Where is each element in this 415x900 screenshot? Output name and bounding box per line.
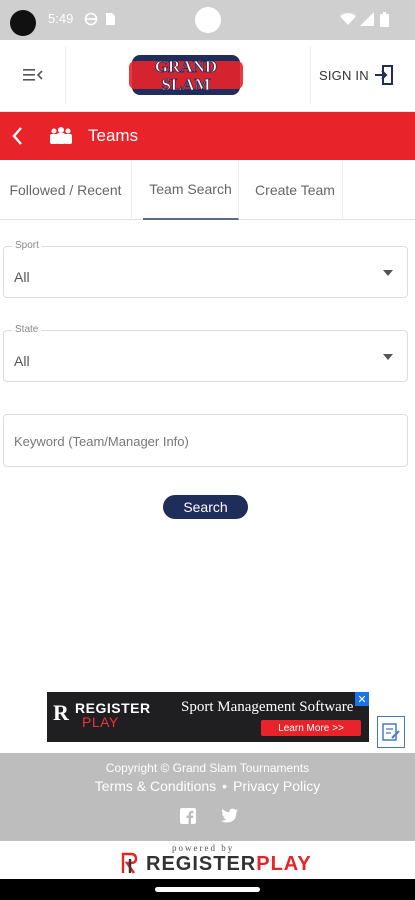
home-gesture-handle[interactable] <box>155 887 260 892</box>
ad-cta-button[interactable]: Learn More >> <box>261 720 361 736</box>
powered-brand-register: REGISTER <box>146 853 257 875</box>
twitter-icon[interactable] <box>220 808 238 824</box>
tab-team-search[interactable]: Team Search <box>143 160 239 220</box>
tab-followed-recent[interactable]: Followed / Recent <box>0 160 132 220</box>
powered-by-banner[interactable]: powered by REGISTERPLAY <box>0 841 415 879</box>
signal-icon <box>360 12 374 26</box>
footer-links: Terms & Conditions • Privacy Policy <box>0 778 415 794</box>
ad-brand-bottom: PLAY <box>82 714 119 730</box>
camera-cutout <box>10 10 36 36</box>
ad-headline: Sport Management Software <box>181 699 354 715</box>
tab-bar: Followed / Recent Team Search Create Tea… <box>0 160 415 220</box>
state-value: All <box>14 353 30 369</box>
search-button[interactable]: Search <box>163 495 248 519</box>
status-time: 5:49 <box>48 11 74 26</box>
footer: Copyright © Grand Slam Tournaments Terms… <box>0 753 415 841</box>
wifi-icon <box>340 13 356 25</box>
team-icon <box>50 127 72 144</box>
page-title: Teams <box>88 126 139 145</box>
registerplay-ad-logo: R <box>53 700 69 725</box>
keyword-input[interactable] <box>14 415 394 467</box>
chevron-down-icon <box>383 270 393 276</box>
grand-slam-logo[interactable]: GRAND SLAM <box>126 51 246 99</box>
keyword-field <box>3 414 408 467</box>
section-bar: Teams <box>0 112 415 160</box>
link-separator: • <box>222 778 228 794</box>
state-select[interactable]: State All <box>3 324 408 382</box>
front-camera <box>195 7 221 33</box>
state-label: State <box>12 324 42 335</box>
logo-text-bottom: SLAM <box>161 75 210 94</box>
ad-close-icon[interactable]: ✕ <box>355 692 369 706</box>
logo-text-top: GRAND <box>155 57 217 76</box>
copyright-text: Copyright © Grand Slam Tournaments <box>105 761 310 775</box>
privacy-link[interactable]: Privacy Policy <box>233 778 320 794</box>
status-bar: 5:49 <box>0 0 415 40</box>
battery-icon <box>380 12 389 27</box>
sign-in-label: SIGN IN <box>319 67 369 83</box>
powered-brand: REGISTERPLAY <box>146 853 312 876</box>
edit-note-icon <box>382 723 400 741</box>
ad-banner[interactable]: R REGISTER PLAY Sport Management Softwar… <box>47 692 369 742</box>
back-button[interactable] <box>0 112 34 160</box>
sport-label: Sport <box>12 240 42 251</box>
powered-brand-play: PLAY <box>256 853 312 875</box>
chevron-down-icon <box>383 354 393 360</box>
facebook-icon[interactable] <box>180 808 196 824</box>
menu-collapse-icon <box>22 69 43 81</box>
tab-create-team[interactable]: Create Team <box>248 160 343 220</box>
sport-value: All <box>14 269 30 285</box>
system-nav-bar <box>0 879 415 900</box>
powered-by-text: powered by <box>172 843 235 853</box>
sport-select[interactable]: Sport All <box>3 240 408 298</box>
chevron-left-icon <box>12 127 22 145</box>
app-header: GRAND SLAM SIGN IN <box>0 40 415 112</box>
terms-link[interactable]: Terms & Conditions <box>95 778 216 794</box>
sign-in-icon <box>374 65 393 85</box>
menu-button[interactable] <box>0 46 66 104</box>
sign-in-button[interactable]: SIGN IN <box>310 46 415 104</box>
feedback-button[interactable] <box>377 716 405 748</box>
sim-icon <box>106 13 115 25</box>
registerplay-logo-mark <box>121 852 138 874</box>
app-screen: 5:49 GRAND SLAM SIGN IN Teams Followed /… <box>0 0 415 900</box>
vpn-icon <box>84 12 98 26</box>
